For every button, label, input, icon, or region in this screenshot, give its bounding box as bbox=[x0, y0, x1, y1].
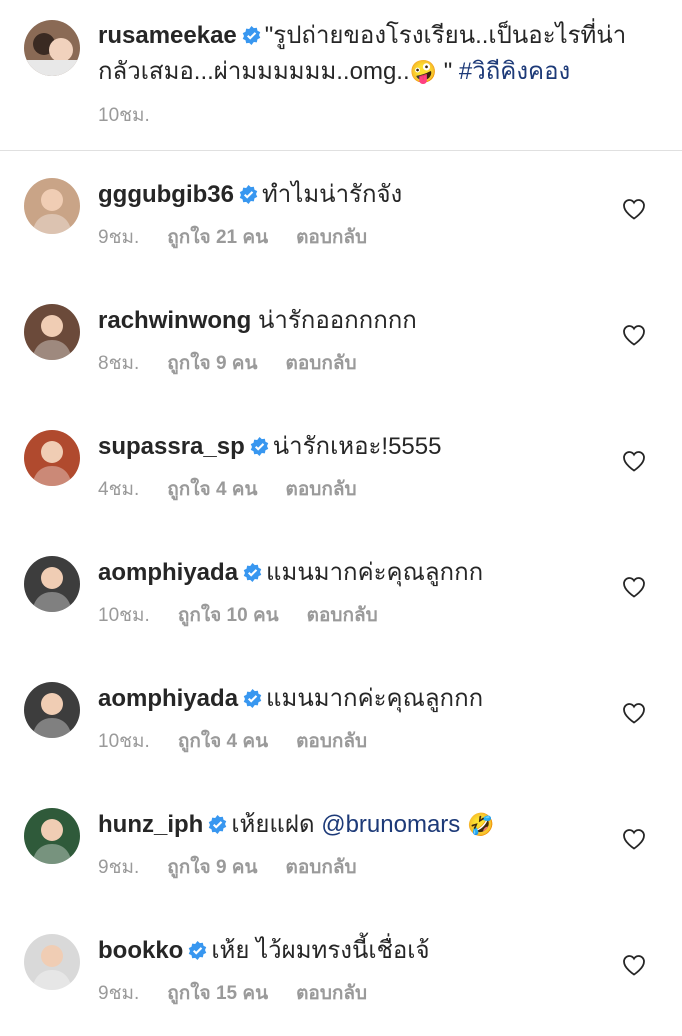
like-heart-icon[interactable] bbox=[622, 576, 646, 598]
comment-meta: 9ชม. ถูกใจ 9 คน ตอบกลับ bbox=[98, 852, 385, 882]
verified-badge-icon bbox=[242, 26, 261, 45]
comment-row: hunz_iph เห้ยแฝด @brunomars 🤣 9ชม. ถูกใจ 9 … bbox=[24, 800, 664, 910]
verified-badge-icon bbox=[243, 689, 262, 708]
caption-username[interactable]: rusameekae bbox=[98, 22, 237, 49]
post-caption: rusameekae "รูปถ่ายของโรงเรียน..เป็นอะไรท… bbox=[24, 12, 664, 148]
caption-hashtag[interactable]: #วิถีคิงคอง bbox=[459, 58, 570, 85]
comment-row: aomphiyada แมนมากค่ะคุณลูกกก 10ชม. ถูกใจ 4 … bbox=[24, 674, 664, 784]
comment-meta: 9ชม. ถูกใจ 15 คน ตอบกลับ bbox=[98, 978, 395, 1008]
comment-text: แมนมากค่ะคุณลูกกก bbox=[266, 559, 484, 586]
comment-timestamp: 10ชม. bbox=[98, 731, 150, 752]
comment-avatar[interactable] bbox=[24, 934, 80, 990]
reply-button[interactable]: ตอบกลับ bbox=[296, 731, 367, 752]
reply-button[interactable]: ตอบกลับ bbox=[296, 983, 367, 1004]
comment-timestamp: 10ชม. bbox=[98, 605, 150, 626]
comment-text: ทำไมน่ารักจัง bbox=[261, 181, 403, 208]
like-heart-icon[interactable] bbox=[622, 954, 646, 976]
verified-badge-icon bbox=[239, 185, 258, 204]
comment-meta: 8ชม. ถูกใจ 9 คน ตอบกลับ bbox=[98, 348, 385, 378]
comment-mention[interactable]: @brunomars bbox=[321, 811, 460, 838]
comment-text: แมนมากค่ะคุณลูกกก bbox=[266, 685, 484, 712]
comment-like-count[interactable]: ถูกใจ 9 คน bbox=[167, 857, 257, 878]
comment-content: rachwinwong น่ารักออกกกกก bbox=[98, 306, 598, 336]
reply-button[interactable]: ตอบกลับ bbox=[307, 605, 378, 626]
comment-meta: 10ชม. ถูกใจ 10 คน ตอบกลับ bbox=[98, 600, 406, 630]
comment-timestamp: 9ชม. bbox=[98, 983, 140, 1004]
comment-emoji: 🤣 bbox=[466, 813, 495, 838]
caption-text: rusameekae "รูปถ่ายของโรงเรียน..เป็นอะไรท… bbox=[98, 18, 658, 91]
verified-badge-icon bbox=[209, 815, 227, 834]
comment-row: aomphiyada แมนมากค่ะคุณลูกกก 10ชม. ถูกใจ 10… bbox=[24, 548, 664, 658]
comment-row: bookko เห้ย ไว้ผมทรงนี้เชื่อเจ้ 9ชม. ถูกใจ … bbox=[24, 926, 664, 1036]
caption-timestamp: 10ชม. bbox=[98, 105, 150, 126]
comment-like-count[interactable]: ถูกใจ 15 คน bbox=[167, 983, 268, 1004]
comment-text: เห้ยแฝด bbox=[231, 811, 315, 838]
comment-avatar[interactable] bbox=[24, 682, 80, 738]
comment-content: bookko เห้ย ไว้ผมทรงนี้เชื่อเจ้ bbox=[98, 936, 598, 966]
comment-avatar[interactable] bbox=[24, 430, 80, 486]
comment-avatar[interactable] bbox=[24, 808, 80, 864]
comment-timestamp: 8ชม. bbox=[98, 353, 140, 374]
reply-button[interactable]: ตอบกลับ bbox=[286, 353, 357, 374]
comment-like-count[interactable]: ถูกใจ 9 คน bbox=[167, 353, 257, 374]
caption-avatar[interactable] bbox=[24, 20, 80, 76]
comment-username[interactable]: aomphiyada bbox=[98, 559, 238, 586]
comment-meta: 4ชม. ถูกใจ 4 คน ตอบกลับ bbox=[98, 474, 385, 504]
comment-timestamp: 4ชม. bbox=[98, 479, 140, 500]
comment-content: aomphiyada แมนมากค่ะคุณลูกกก bbox=[98, 558, 598, 588]
reply-button[interactable]: ตอบกลับ bbox=[286, 479, 357, 500]
like-heart-icon[interactable] bbox=[622, 702, 646, 724]
comment-username[interactable]: gggubgib36 bbox=[98, 181, 234, 208]
reply-button[interactable]: ตอบกลับ bbox=[296, 227, 367, 248]
comment-content: gggubgib36 ทำไมน่ารักจัง bbox=[98, 180, 598, 210]
comment-row: rachwinwong น่ารักออกกกกก 8ชม. ถูกใจ 9 คน ต… bbox=[24, 296, 664, 406]
verified-badge-icon bbox=[250, 437, 269, 456]
comment-like-count[interactable]: ถูกใจ 4 คน bbox=[178, 731, 268, 752]
verified-badge-icon bbox=[189, 941, 207, 960]
comment-meta: 10ชม. ถูกใจ 4 คน ตอบกลับ bbox=[98, 726, 395, 756]
comment-like-count[interactable]: ถูกใจ 10 คน bbox=[178, 605, 279, 626]
reply-button[interactable]: ตอบกลับ bbox=[286, 857, 357, 878]
comment-avatar[interactable] bbox=[24, 178, 80, 234]
comment-avatar[interactable] bbox=[24, 556, 80, 612]
comment-username[interactable]: hunz_iph bbox=[98, 811, 203, 838]
comment-username[interactable]: supassra_sp bbox=[98, 433, 245, 460]
comment-content: hunz_iph เห้ยแฝด @brunomars 🤣 bbox=[98, 810, 598, 841]
comment-content: supassra_sp น่ารักเหอะ!5555 bbox=[98, 432, 598, 462]
comment-timestamp: 9ชม. bbox=[98, 227, 140, 248]
like-heart-icon[interactable] bbox=[622, 450, 646, 472]
comment-username[interactable]: aomphiyada bbox=[98, 685, 238, 712]
verified-badge-icon bbox=[243, 563, 262, 582]
comment-like-count[interactable]: ถูกใจ 21 คน bbox=[167, 227, 268, 248]
comment-text: เห้ย ไว้ผมทรงนี้เชื่อเจ้ bbox=[211, 937, 430, 964]
comment-avatar[interactable] bbox=[24, 304, 80, 360]
like-heart-icon[interactable] bbox=[622, 324, 646, 346]
like-heart-icon[interactable] bbox=[622, 198, 646, 220]
comment-text: น่ารักออกกกกก bbox=[258, 307, 417, 334]
comment-content: aomphiyada แมนมากค่ะคุณลูกกก bbox=[98, 684, 598, 714]
like-heart-icon[interactable] bbox=[622, 828, 646, 850]
comment-text: น่ารักเหอะ!5555 bbox=[272, 433, 442, 460]
comment-like-count[interactable]: ถูกใจ 4 คน bbox=[167, 479, 257, 500]
comment-username[interactable]: rachwinwong bbox=[98, 307, 251, 334]
comment-timestamp: 9ชม. bbox=[98, 857, 140, 878]
comment-row: gggubgib36 ทำไมน่ารักจัง 9ชม. ถูกใจ 21 คน ตอ… bbox=[24, 170, 664, 280]
comment-meta: 9ชม. ถูกใจ 21 คน ตอบกลับ bbox=[98, 222, 395, 252]
caption-emoji: 🤪 bbox=[409, 60, 438, 85]
caption-quote-end: " bbox=[443, 58, 453, 85]
caption-divider bbox=[0, 150, 682, 151]
comment-username[interactable]: bookko bbox=[98, 937, 183, 964]
comment-row: supassra_sp น่ารักเหอะ!5555 4ชม. ถูกใจ 4 คน… bbox=[24, 422, 664, 532]
